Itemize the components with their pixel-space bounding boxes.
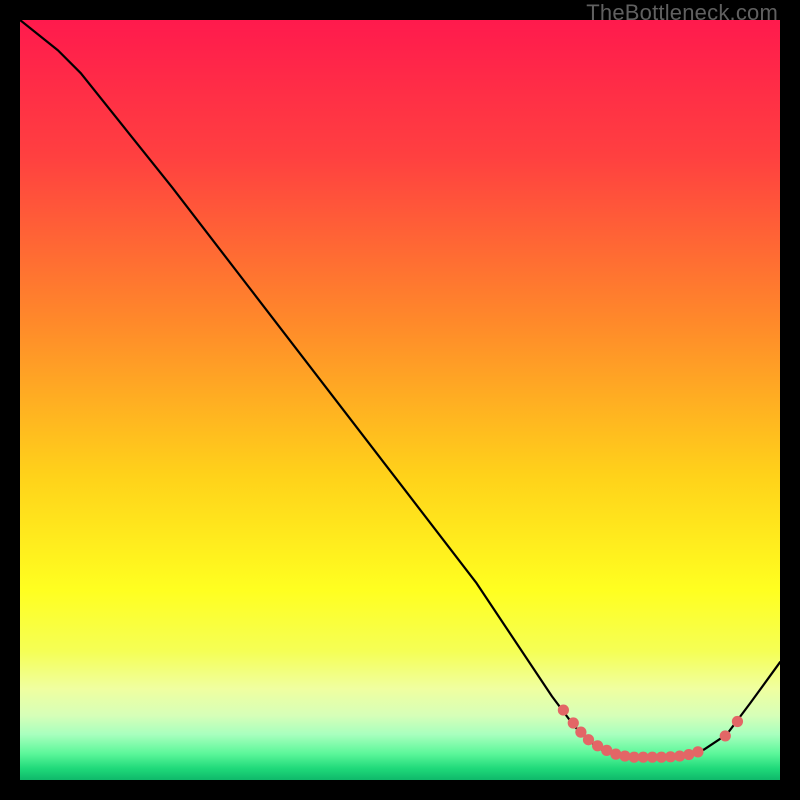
data-marker xyxy=(692,746,703,757)
data-marker xyxy=(558,704,569,715)
data-marker xyxy=(732,716,743,727)
data-marker xyxy=(583,734,594,745)
chart-container: TheBottleneck.com xyxy=(0,0,800,800)
data-marker xyxy=(568,717,579,728)
chart-background xyxy=(20,20,780,780)
bottleneck-chart xyxy=(20,20,780,780)
data-marker xyxy=(720,730,731,741)
